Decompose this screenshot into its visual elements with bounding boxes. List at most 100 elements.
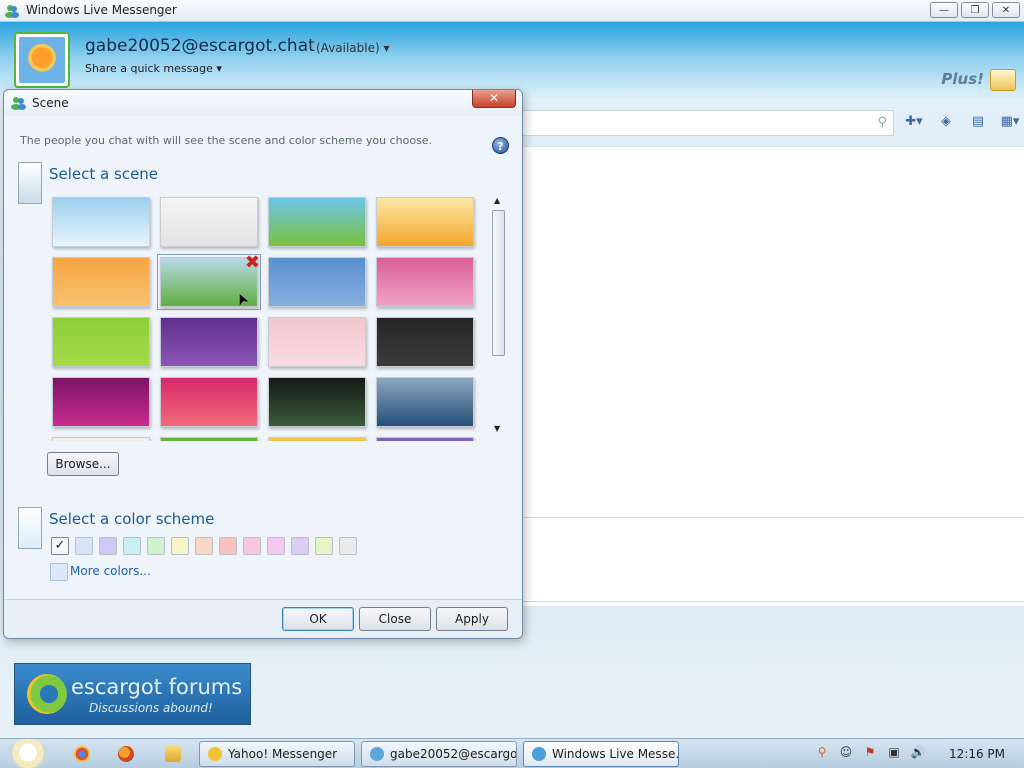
color-swatch-current[interactable]: ✓: [51, 537, 69, 555]
color-swatch-peach[interactable]: [195, 537, 213, 555]
escargot-logo-icon: [27, 674, 67, 714]
scene-thumbnail-purple-swirl[interactable]: [160, 317, 258, 367]
contact-search-input[interactable]: ⚲: [500, 110, 894, 136]
volume-icon[interactable]: 🔊: [910, 745, 926, 761]
app-icon: [370, 747, 384, 761]
start-button[interactable]: [8, 739, 48, 768]
minimize-button[interactable]: —: [930, 2, 958, 18]
search-icon[interactable]: ⚲: [877, 115, 887, 130]
scene-thumbnail-field-selected[interactable]: ✖ ➤: [157, 254, 261, 310]
add-contact-icon[interactable]: ✚▾: [904, 114, 924, 132]
scene-thumbnail-orange-grass[interactable]: [52, 257, 150, 307]
taskbar-button-2[interactable]: gabe20052@escargo...: [361, 741, 517, 767]
scene-thumbnail-sky[interactable]: [52, 197, 150, 247]
quick-message-field[interactable]: Share a quick message ▾: [85, 62, 222, 75]
scene-thumbnail-white-petals[interactable]: [160, 197, 258, 247]
close-button[interactable]: Close: [359, 607, 431, 631]
color-swatch-gray[interactable]: [339, 537, 357, 555]
plus-badge-icon[interactable]: [990, 69, 1016, 91]
color-swatch-row: ✓: [51, 537, 357, 555]
scene-scrollbar[interactable]: ▲ ▼: [491, 193, 505, 435]
smiley-icon[interactable]: ☺: [838, 745, 854, 761]
scroll-up-icon[interactable]: ▲: [494, 196, 500, 205]
more-colors-link[interactable]: More colors...: [70, 564, 151, 578]
color-swatch-pink[interactable]: [243, 537, 261, 555]
search-icon[interactable]: ⚲: [814, 745, 830, 761]
dialog-close-button[interactable]: ✕: [472, 90, 516, 108]
ad-banner[interactable]: escargot forums Discussions abound!: [14, 663, 251, 725]
taskbar-button-3[interactable]: Windows Live Messe...: [523, 741, 679, 767]
scene-thumbnail-pink-dots[interactable]: [376, 257, 474, 307]
dialog-title-bar[interactable]: Scene ✕: [4, 90, 522, 116]
help-icon[interactable]: ?: [492, 137, 509, 154]
avatar[interactable]: [14, 32, 70, 88]
action-center-flag-icon[interactable]: ⚑: [862, 745, 878, 761]
taskbar-button-label: gabe20052@escargo...: [390, 747, 517, 761]
dialog-footer: OK Close Apply: [4, 599, 522, 638]
color-swatch-light-blue[interactable]: [75, 537, 93, 555]
color-swatch-mint[interactable]: [147, 537, 165, 555]
color-swatch-violet[interactable]: [291, 537, 309, 555]
sharing-icon[interactable]: ◈: [936, 114, 956, 132]
window-controls: — ❐ ✕: [930, 2, 1020, 18]
delete-scene-icon[interactable]: ✖: [245, 254, 260, 272]
ad-subtitle: Discussions abound!: [89, 701, 213, 715]
mouse-cursor-icon: ➤: [230, 289, 254, 310]
browse-button[interactable]: Browse...: [47, 452, 119, 476]
taskbar-button-label: Windows Live Messe...: [552, 747, 679, 761]
window-title: Windows Live Messenger: [26, 3, 177, 17]
ad-title: escargot forums: [71, 675, 243, 699]
divider: [500, 517, 1024, 518]
scene-thumbnail-partial-multi[interactable]: [268, 437, 366, 441]
scene-thumbnail-partial-purple[interactable]: [376, 437, 474, 441]
taskbar-button-1[interactable]: Yahoo! Messenger: [199, 741, 355, 767]
chrome-icon[interactable]: [74, 746, 90, 762]
color-swatch-salmon[interactable]: [219, 537, 237, 555]
scene-section-marker: [18, 162, 42, 204]
network-icon[interactable]: ▣: [886, 745, 902, 761]
scene-thumbnail-orange-tree[interactable]: [376, 197, 474, 247]
dialog-description: The people you chat with will see the sc…: [20, 134, 433, 147]
system-tray: ⚲ ☺ ⚑ ▣ 🔊: [814, 745, 926, 761]
color-swatch-yellow[interactable]: [171, 537, 189, 555]
firefox-icon[interactable]: [118, 746, 134, 762]
scene-gallery: ✖ ➤: [48, 193, 490, 441]
maximize-button[interactable]: ❐: [961, 2, 989, 18]
color-section-marker: [18, 507, 42, 549]
clock[interactable]: 12:16 PM: [949, 747, 1005, 761]
scene-dialog: Scene ✕ The people you chat with will se…: [3, 89, 523, 639]
options-menu-icon[interactable]: ▦▾: [1000, 114, 1020, 132]
scene-thumbnail-dark-green-wave[interactable]: [268, 377, 366, 427]
scrollbar-thumb[interactable]: [492, 210, 505, 356]
scene-thumbnail-pink-dots-wave[interactable]: [160, 377, 258, 427]
scene-thumbnail-blue-sea-plane[interactable]: [376, 377, 474, 427]
scene-thumbnail-partial-white[interactable]: [52, 437, 150, 441]
apply-button[interactable]: Apply: [436, 607, 508, 631]
scene-thumbnail-magenta-flower[interactable]: [52, 377, 150, 427]
scene-thumbnail-blue-mountains[interactable]: [268, 257, 366, 307]
color-section-title: Select a color scheme: [49, 510, 215, 528]
dialog-title: Scene: [32, 96, 69, 110]
scene-thumbnail-partial-green[interactable]: [160, 437, 258, 441]
scene-thumbnail-lime-pattern[interactable]: [52, 317, 150, 367]
contact-list[interactable]: [500, 146, 1024, 606]
color-swatch-aqua[interactable]: [123, 537, 141, 555]
scene-thumbnail-dark-lines[interactable]: [376, 317, 474, 367]
taskbar-button-label: Yahoo! Messenger: [228, 747, 338, 761]
title-bar[interactable]: Windows Live Messenger — ❐ ✕: [0, 0, 1024, 22]
display-name[interactable]: gabe20052@escargot.chat: [85, 36, 315, 56]
more-colors-swatch[interactable]: [50, 563, 68, 581]
scene-thumbnail-green-hill[interactable]: [268, 197, 366, 247]
color-swatch-magenta[interactable]: [267, 537, 285, 555]
scene-section-title: Select a scene: [49, 165, 159, 183]
scene-thumbnail-pink-blossom[interactable]: [268, 317, 366, 367]
status-dropdown[interactable]: (Available) ▾: [316, 41, 390, 55]
layout-icon[interactable]: ▤: [968, 114, 988, 132]
color-swatch-lavender[interactable]: [99, 537, 117, 555]
close-window-button[interactable]: ✕: [992, 2, 1020, 18]
plus-logo: Plus!: [941, 70, 984, 88]
scroll-down-icon[interactable]: ▼: [494, 424, 500, 433]
folder-icon[interactable]: [165, 746, 181, 762]
ok-button[interactable]: OK: [282, 607, 354, 631]
color-swatch-lime[interactable]: [315, 537, 333, 555]
